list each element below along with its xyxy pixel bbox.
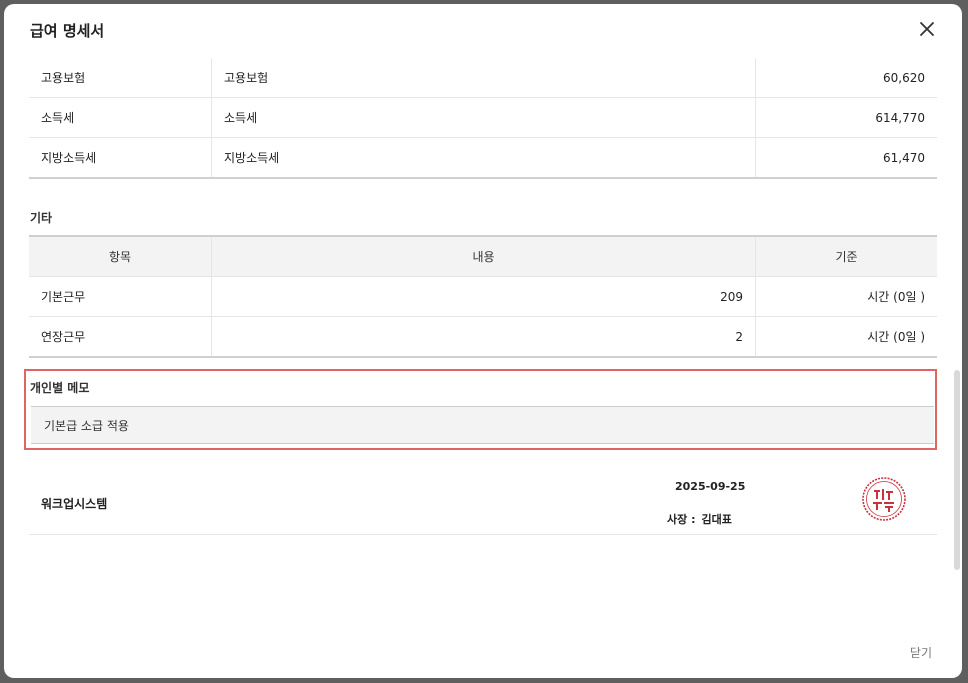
deduction-category: 고용보험 [29, 58, 212, 98]
table-header-row: 항목 내용 기준 [29, 236, 937, 277]
deduction-category: 소득세 [29, 97, 212, 138]
deduction-amount: 614,770 [755, 97, 937, 138]
company-signature-row: 워크업시스템 2025-09-25 사장 : 김대표 [29, 458, 937, 535]
etc-basis: 시간 (0일 ) [755, 316, 937, 358]
memo-content-box: 기본급 소급 적용 [31, 406, 934, 444]
etc-item: 연장근무 [29, 316, 212, 358]
table-row: 소득세 소득세 614,770 [29, 97, 937, 138]
personal-memo-section: 개인별 메모 기본급 소급 적용 [24, 369, 937, 450]
memo-title: 개인별 메모 [30, 381, 90, 395]
column-header-basis: 기준 [755, 236, 937, 277]
scrollbar-thumb[interactable] [954, 370, 960, 570]
close-text-button[interactable]: 닫기 [910, 644, 932, 661]
etc-item: 기본근무 [29, 276, 212, 317]
table-row: 기본근무 209 시간 (0일 ) [29, 276, 937, 317]
table-row: 고용보험 고용보험 60,620 [29, 58, 937, 98]
etc-basis: 시간 (0일 ) [755, 276, 937, 317]
table-row: 연장근무 2 시간 (0일 ) [29, 316, 937, 358]
modal-body[interactable]: 고용보험 고용보험 60,620 소득세 소득세 614,770 지방소득세 지… [4, 58, 962, 624]
modal-header: 급여 명세서 [4, 4, 962, 58]
deductions-table: 고용보험 고용보험 60,620 소득세 소득세 614,770 지방소득세 지… [29, 58, 937, 179]
etc-value: 2 [211, 316, 756, 358]
etc-section-label: 기타 [30, 211, 53, 225]
etc-table: 항목 내용 기준 기본근무 209 시간 (0일 ) 연장근무 2 시간 (0일… [29, 235, 937, 358]
deduction-category: 지방소득세 [29, 137, 212, 179]
modal-title: 급여 명세서 [30, 22, 105, 40]
deduction-item: 소득세 [211, 97, 756, 138]
issue-date: 2025-09-25 [675, 480, 746, 493]
column-header-item: 항목 [29, 236, 212, 277]
etc-value: 209 [211, 276, 756, 317]
deduction-item: 지방소득세 [211, 137, 756, 179]
payslip-modal: 급여 명세서 고용보험 고용보험 60,620 소득세 소득세 614,770 [4, 4, 962, 678]
column-header-content: 내용 [211, 236, 756, 277]
deduction-amount: 61,470 [755, 137, 937, 179]
table-row: 지방소득세 지방소득세 61,470 [29, 137, 937, 179]
ceo-label: 사장 : [667, 513, 696, 526]
company-name: 워크업시스템 [41, 497, 108, 511]
memo-text: 기본급 소급 적용 [44, 419, 129, 433]
modal-footer: 닫기 [4, 624, 962, 678]
close-button[interactable] [916, 18, 938, 40]
close-icon [920, 22, 934, 36]
deduction-amount: 60,620 [755, 58, 937, 98]
ceo-name: 김대표 [701, 513, 732, 526]
deduction-item: 고용보험 [211, 58, 756, 98]
ceo-line: 사장 : 김대표 [667, 511, 732, 527]
scrollbar[interactable] [952, 58, 960, 624]
company-seal-icon [862, 477, 906, 521]
